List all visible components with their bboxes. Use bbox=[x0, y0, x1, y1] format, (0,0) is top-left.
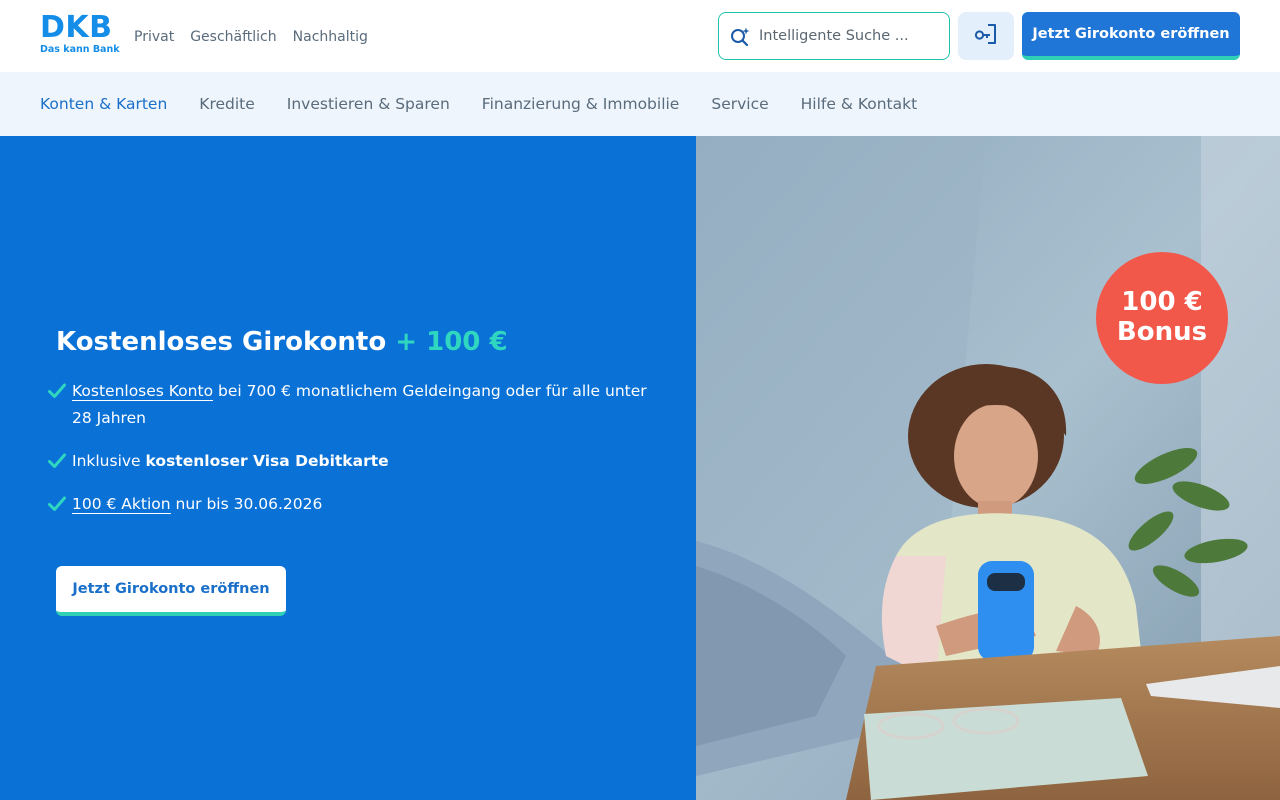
segment-link-nachhaltig[interactable]: Nachhaltig bbox=[285, 26, 376, 48]
nav-item-kredite[interactable]: Kredite bbox=[183, 93, 271, 115]
nav-item-investieren-sparen[interactable]: Investieren & Sparen bbox=[271, 93, 466, 115]
nav-item-service[interactable]: Service bbox=[695, 93, 784, 115]
segment-link-geschaeftlich[interactable]: Geschäftlich bbox=[182, 26, 284, 48]
nav-item-finanzierung-immobilie[interactable]: Finanzierung & Immobilie bbox=[466, 93, 696, 115]
benefit-text: Inklusive bbox=[72, 452, 146, 470]
hero-panel: Kostenloses Girokonto + 100 € Kostenlose… bbox=[0, 136, 696, 800]
search-input[interactable] bbox=[759, 13, 939, 58]
hero-title: Kostenloses Girokonto + 100 € bbox=[56, 322, 508, 362]
logo-wordmark: DKB bbox=[40, 10, 113, 45]
nav-item-hilfe-kontakt[interactable]: Hilfe & Kontakt bbox=[785, 93, 934, 115]
hero-image-panel bbox=[696, 136, 1280, 800]
free-account-link[interactable]: Kostenloses Konto bbox=[72, 382, 214, 401]
check-icon bbox=[48, 453, 66, 468]
benefit-item: Kostenloses Konto bei 700 € monatlichem … bbox=[48, 378, 658, 432]
benefit-highlight: kostenloser Visa Debitkarte bbox=[145, 452, 389, 470]
dkb-logo[interactable]: DKB Das kann Bank bbox=[40, 10, 120, 59]
hero-photo bbox=[696, 136, 1280, 800]
bonus-amount: 100 € bbox=[1121, 287, 1203, 317]
segment-link-privat[interactable]: Privat bbox=[126, 26, 182, 48]
top-header: DKB Das kann Bank Privat Geschäftlich Na… bbox=[0, 0, 1280, 72]
bonus-label: Bonus bbox=[1116, 317, 1208, 347]
search-box[interactable] bbox=[718, 12, 950, 60]
main-nav: Konten & Karten Kredite Investieren & Sp… bbox=[0, 72, 1280, 136]
login-button[interactable] bbox=[958, 12, 1014, 60]
benefit-item: 100 € Aktion nur bis 30.06.2026 bbox=[48, 491, 658, 518]
segment-nav: Privat Geschäftlich Nachhaltig bbox=[126, 26, 376, 48]
check-icon bbox=[48, 496, 66, 511]
bonus-badge: 100 € Bonus bbox=[1096, 252, 1228, 384]
promotion-link[interactable]: 100 € Aktion bbox=[72, 495, 171, 514]
benefit-item: Inklusive kostenloser Visa Debitkarte bbox=[48, 448, 658, 475]
hero-title-main: Kostenloses Girokonto bbox=[56, 327, 387, 357]
benefit-text: nur bis 30.06.2026 bbox=[170, 495, 323, 513]
nav-item-konten-karten[interactable]: Konten & Karten bbox=[24, 93, 183, 115]
open-account-button-header[interactable]: Jetzt Girokonto eröffnen bbox=[1022, 12, 1240, 60]
login-icon bbox=[973, 21, 999, 51]
benefit-list: Kostenloses Konto bei 700 € monatlichem … bbox=[48, 378, 658, 534]
sparkle-search-icon bbox=[729, 26, 751, 48]
logo-claim: Das kann Bank bbox=[40, 44, 120, 55]
open-account-button-hero[interactable]: Jetzt Girokonto eröffnen bbox=[56, 566, 286, 616]
hero-title-accent: + 100 € bbox=[395, 327, 508, 357]
check-icon bbox=[48, 383, 66, 398]
